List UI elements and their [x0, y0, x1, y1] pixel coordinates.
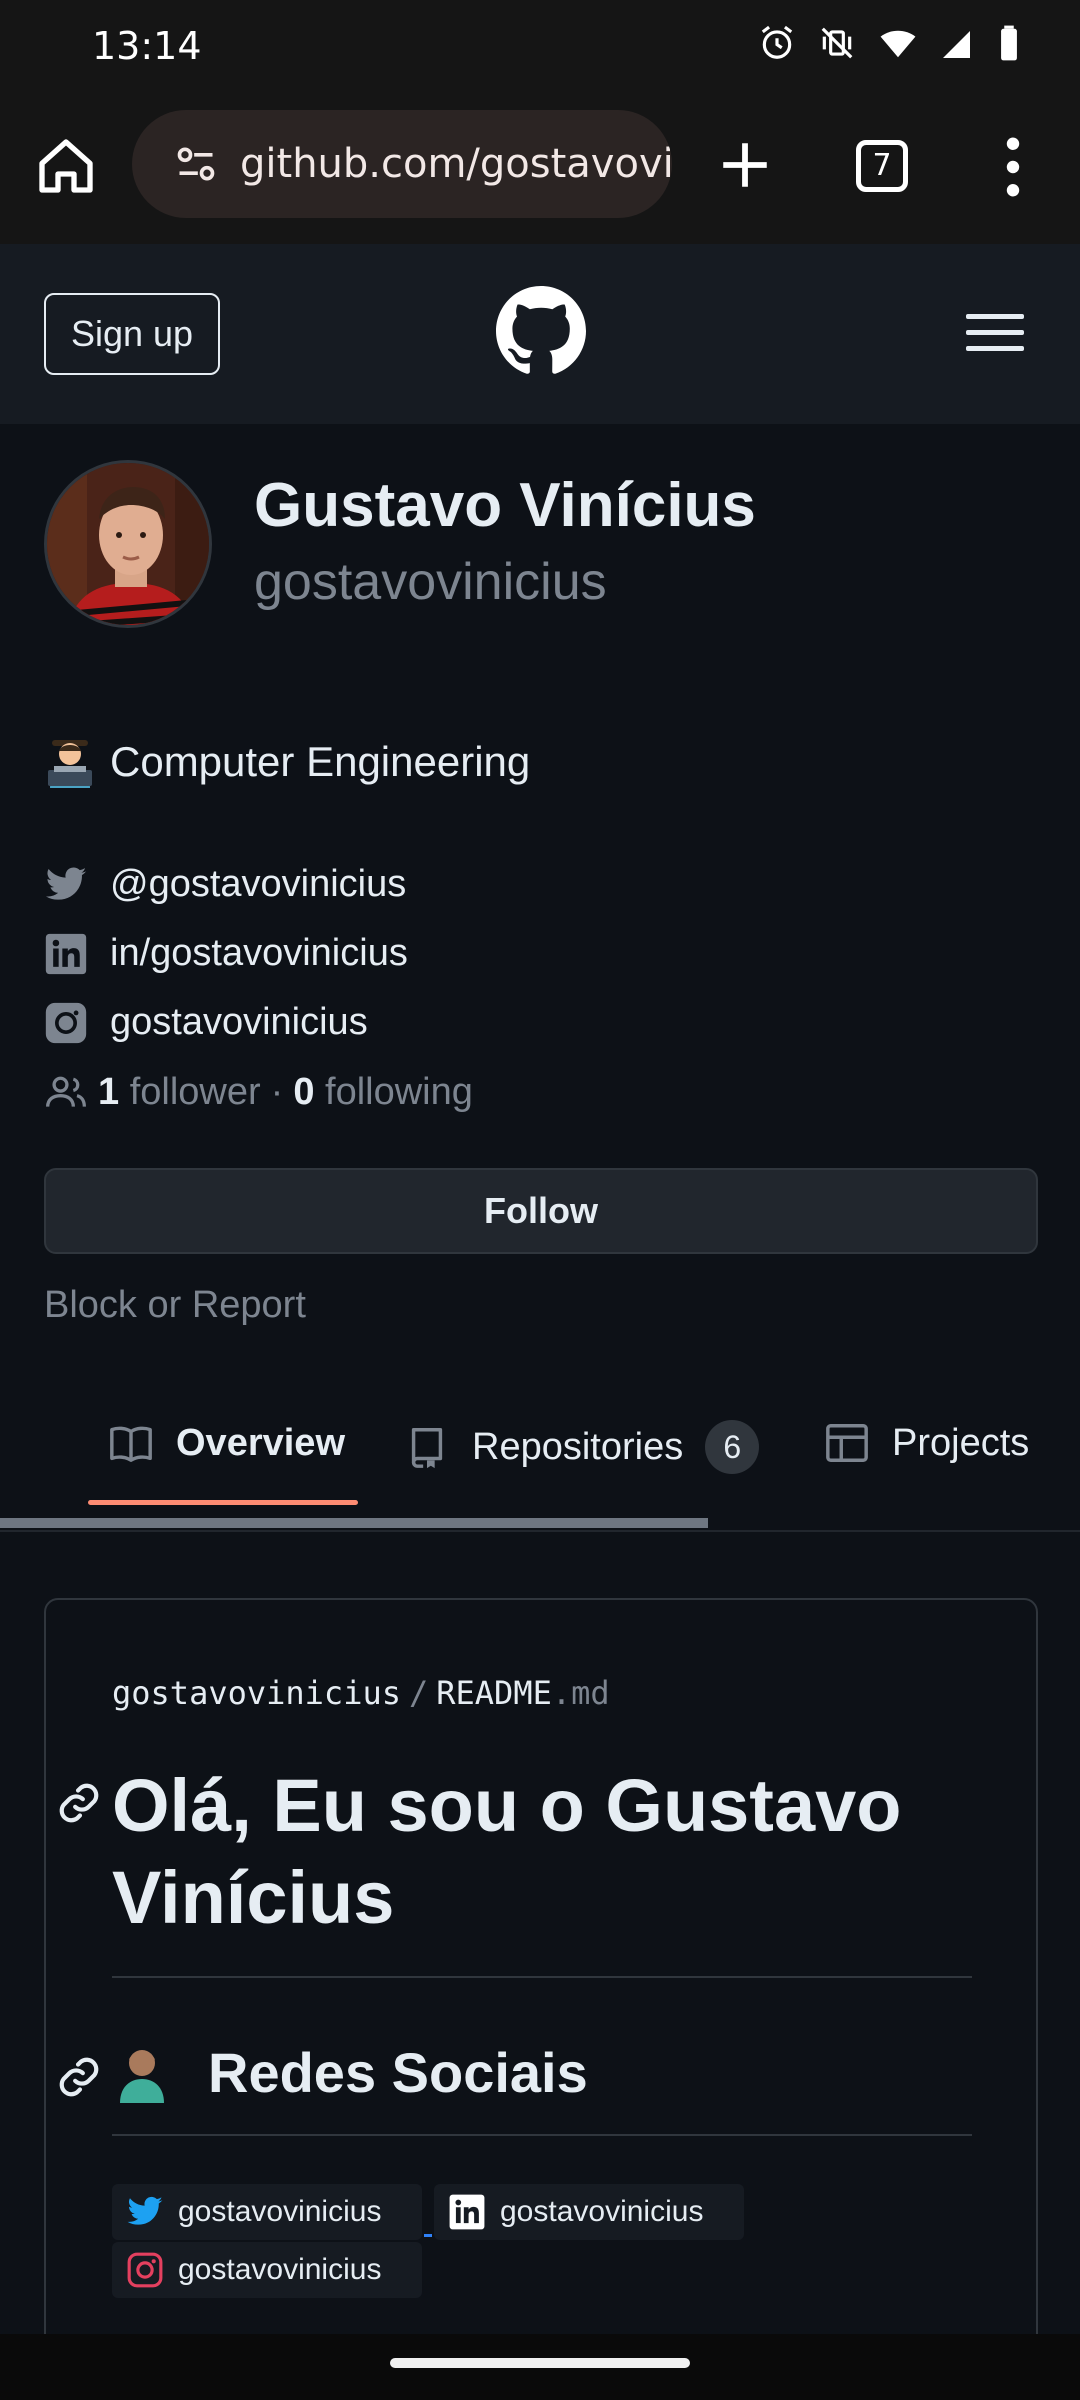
twitter-badge-label: gostavovinicius — [178, 2195, 382, 2228]
people-icon — [46, 1076, 86, 1107]
tabs-scrollbar[interactable] — [0, 1518, 708, 1528]
overflow-menu-icon[interactable] — [998, 136, 1028, 198]
social-link-linkedin[interactable]: in/gostavovinicius — [44, 919, 408, 988]
instagram-handle[interactable]: gostavovinicius — [110, 1001, 368, 1044]
subheading-divider — [112, 2134, 972, 2136]
alarm-icon — [761, 25, 793, 59]
status-bar: 13:14 — [0, 0, 1080, 96]
status-icons — [758, 24, 1020, 62]
wifi-icon — [880, 30, 916, 58]
following-count: 0 — [293, 1070, 315, 1113]
tab-projects[interactable]: Projects — [824, 1420, 1029, 1466]
repo-icon — [411, 1428, 443, 1469]
path-separator: / — [408, 1674, 429, 1712]
avatar[interactable] — [44, 460, 212, 628]
tab-switcher-button[interactable]: 7 — [856, 140, 908, 192]
followers-count: 1 — [98, 1070, 120, 1113]
profile-bio: Computer Engineering — [44, 736, 530, 788]
linkedin-badge-label: gostavovinicius — [500, 2195, 704, 2228]
instagram-badge-label: gostavovinicius — [178, 2253, 382, 2286]
active-tab-indicator — [88, 1500, 358, 1505]
subheading-text: Redes Sociais — [208, 2041, 588, 2104]
instagram-icon — [45, 1002, 87, 1043]
follow-button[interactable]: Follow — [44, 1168, 1038, 1254]
tabs-divider — [0, 1530, 1080, 1532]
profile-tabs: Overview Repositories 6 Projects — [0, 1380, 1080, 1532]
vibrate-off-icon — [821, 27, 853, 59]
following-link[interactable]: 0 following — [293, 1071, 473, 1114]
technologist-emoji-icon — [48, 740, 92, 788]
block-or-report-link[interactable]: Block or Report — [44, 1284, 306, 1327]
table-icon — [826, 1424, 868, 1462]
follow-separator: · — [270, 1070, 284, 1113]
status-time: 13:14 — [92, 24, 202, 68]
readme-filename: README — [436, 1674, 552, 1712]
badge-link-underline — [424, 2234, 432, 2237]
tab-overview-label: Overview — [176, 1421, 345, 1464]
cell-signal-icon — [943, 31, 975, 58]
social-link-twitter[interactable]: @gostavovinicius — [44, 850, 408, 919]
system-navigation-bar — [0, 2334, 1080, 2400]
profile-username: gostavovinicius — [254, 553, 607, 611]
readme-path: gostavovinicius / README.md — [112, 1674, 610, 1712]
social-links: @gostavovinicius in/gostavovinicius gost… — [44, 850, 408, 1057]
battery-icon — [1001, 25, 1017, 61]
readme-heading: Olá, Eu sou o Gustavo Vinícius — [112, 1764, 902, 1939]
linkedin-badge[interactable]: gostavovinicius — [434, 2184, 744, 2240]
follow-stats: 1 follower · 0 following — [44, 1070, 473, 1114]
followers-label: follower — [129, 1070, 261, 1113]
bio-text: Computer Engineering — [110, 738, 531, 785]
readme-card: gostavovinicius / README.md Olá, Eu sou o … — [44, 1598, 1038, 2400]
social-link-instagram[interactable]: gostavovinicius — [44, 988, 408, 1057]
readme-extension: .md — [551, 1674, 610, 1712]
profile-full-name: Gustavo Vinícius — [254, 471, 756, 540]
github-logo-icon[interactable] — [496, 286, 586, 376]
heading-anchor-link-icon[interactable] — [56, 1780, 102, 1826]
home-icon[interactable] — [34, 134, 98, 198]
tab-repositories-label: Repositories — [472, 1425, 684, 1468]
instagram-badge[interactable]: gostavovinicius — [112, 2242, 422, 2298]
site-settings-icon[interactable] — [174, 142, 218, 186]
tab-repositories[interactable]: Repositories 6 — [404, 1420, 760, 1474]
readme-subheading: Redes Sociais — [112, 2040, 588, 2105]
instagram-icon — [127, 2252, 163, 2288]
sign-up-button[interactable]: Sign up — [44, 293, 220, 375]
browser-toolbar: github.com/gostavovi 7 — [0, 96, 1080, 244]
readme-owner-link[interactable]: gostavovinicius — [112, 1674, 401, 1712]
hamburger-icon[interactable] — [964, 308, 1026, 358]
twitter-icon — [45, 866, 87, 900]
tab-overview[interactable]: Overview — [108, 1420, 345, 1466]
heading-divider — [112, 1976, 972, 1978]
book-icon — [110, 1426, 152, 1462]
tab-projects-label: Projects — [892, 1421, 1030, 1464]
twitter-badge[interactable]: gostavovinicius — [112, 2184, 422, 2240]
twitter-icon — [127, 2196, 163, 2225]
linkedin-icon — [449, 2194, 485, 2230]
repositories-count-badge: 6 — [705, 1420, 760, 1474]
url-text[interactable]: github.com/gostavovi — [240, 141, 672, 187]
new-tab-icon[interactable] — [716, 136, 774, 194]
linkedin-icon — [45, 933, 87, 974]
person-emoji-icon — [120, 2049, 164, 2103]
github-header: Sign up — [0, 244, 1080, 424]
url-bar[interactable]: github.com/gostavovi — [132, 110, 672, 218]
following-label: following — [325, 1070, 473, 1113]
linkedin-handle[interactable]: in/gostavovinicius — [110, 932, 408, 975]
twitter-handle[interactable]: @gostavovinicius — [110, 863, 406, 906]
home-gesture-handle[interactable] — [390, 2358, 690, 2368]
followers-link[interactable]: 1 follower — [98, 1071, 261, 1114]
subheading-anchor-link-icon[interactable] — [56, 2054, 102, 2100]
